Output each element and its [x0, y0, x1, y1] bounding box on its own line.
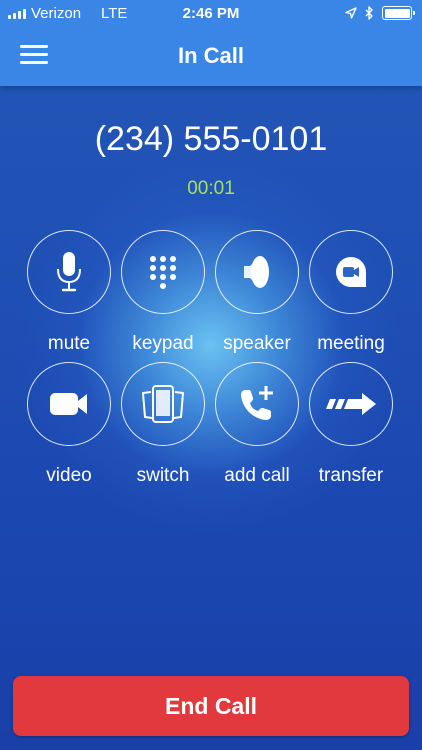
- speaker-icon: [244, 256, 269, 288]
- keypad-icon: [150, 256, 176, 289]
- speaker-circle: [215, 230, 299, 314]
- call-timer: 00:01: [187, 178, 235, 199]
- page-title: In Call: [177, 43, 244, 68]
- speaker-label: speaker: [223, 333, 291, 354]
- status-icons: [345, 6, 415, 20]
- transfer-circle: [309, 362, 393, 446]
- call-number: (234) 555-0101: [94, 120, 328, 158]
- meeting-circle: [309, 230, 393, 314]
- add-call-button[interactable]: add call: [212, 362, 302, 487]
- keypad-circle: [121, 230, 205, 314]
- video-circle: [27, 362, 111, 446]
- mute-button[interactable]: mute: [24, 230, 114, 355]
- bluetooth-icon: [365, 6, 373, 20]
- battery-icon: [382, 6, 415, 20]
- keypad-button[interactable]: keypad: [118, 230, 208, 355]
- location-arrow-icon: [345, 7, 357, 19]
- top-bar: Verizon LTE 2:46 PM In Call: [0, 0, 422, 86]
- transfer-label: transfer: [318, 465, 384, 486]
- header: In Call: [0, 28, 422, 86]
- microphone-icon: [57, 252, 81, 292]
- meeting-label: meeting: [317, 333, 385, 354]
- end-call-button[interactable]: End Call: [13, 676, 409, 736]
- switch-label: switch: [136, 465, 190, 486]
- mute-label: mute: [47, 333, 91, 354]
- switch-circle: [121, 362, 205, 446]
- meeting-icon: [336, 257, 366, 287]
- video-button[interactable]: video: [24, 362, 114, 487]
- status-bar: Verizon LTE 2:46 PM: [0, 0, 422, 28]
- meeting-button[interactable]: meeting: [306, 230, 396, 355]
- transfer-arrow-icon: [326, 393, 376, 415]
- switch-button[interactable]: switch: [118, 362, 208, 487]
- speaker-button[interactable]: speaker: [212, 230, 302, 355]
- add-call-icon: [241, 386, 273, 420]
- add-call-circle: [215, 362, 299, 446]
- keypad-label: keypad: [132, 333, 194, 354]
- video-camera-icon: [50, 393, 87, 415]
- switch-devices-icon: [142, 385, 184, 423]
- add-call-label: add call: [224, 465, 290, 486]
- mute-circle: [27, 230, 111, 314]
- in-call-screen: Verizon LTE 2:46 PM In Call (234) 555-01…: [0, 0, 422, 750]
- transfer-button[interactable]: transfer: [306, 362, 396, 487]
- video-label: video: [46, 465, 92, 486]
